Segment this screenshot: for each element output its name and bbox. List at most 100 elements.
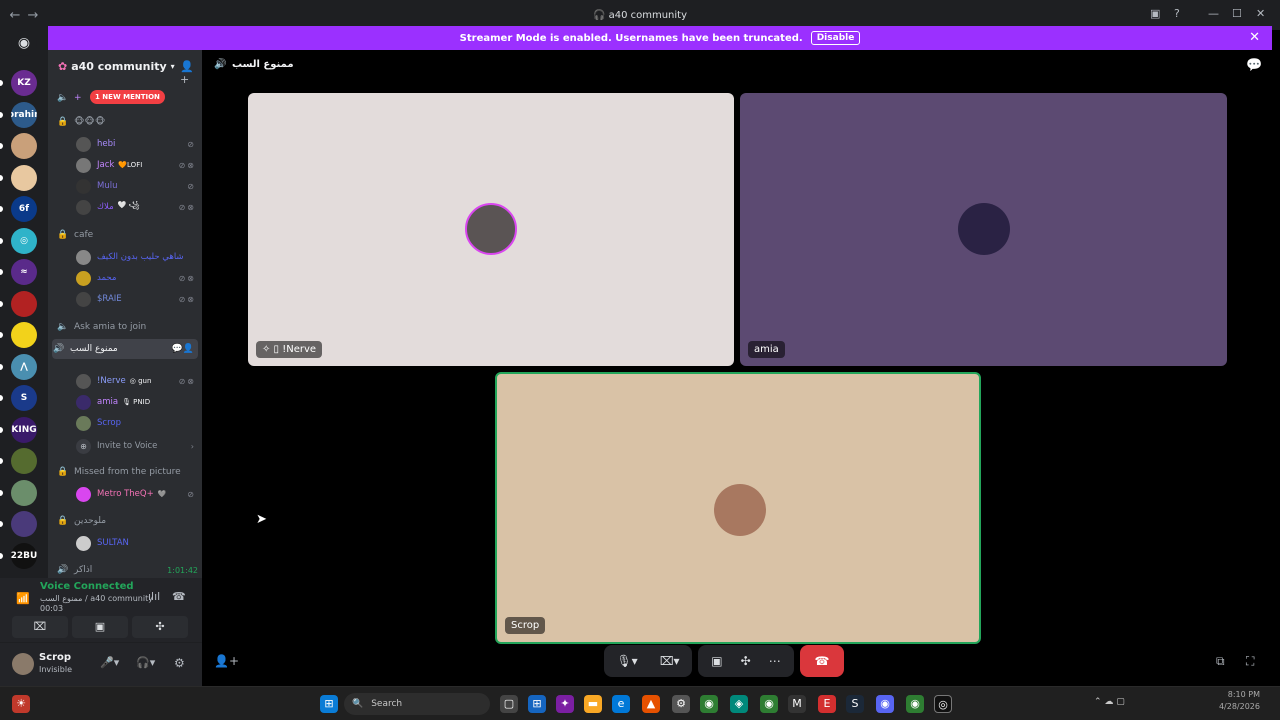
server-icon[interactable]: ≈: [11, 259, 37, 285]
vlc-icon[interactable]: ▲: [642, 695, 660, 713]
voice-status[interactable]: Voice Connected: [40, 581, 134, 592]
voice-user[interactable]: !Nerve ◎ gun ⊘⊗: [76, 371, 196, 391]
server-icon[interactable]: [11, 479, 37, 506]
clock-date: 4/28/2026: [1218, 702, 1260, 711]
disconnect-button[interactable]: ☎: [800, 645, 844, 677]
server-icon[interactable]: ⋀: [11, 353, 37, 380]
user-name: hebi: [97, 139, 116, 149]
voice-user[interactable]: محمد ⊘⊗: [76, 268, 196, 288]
server-icon[interactable]: ◎: [11, 227, 37, 254]
speaker-icon: 🔊: [214, 59, 227, 70]
close-button[interactable]: ✕: [1256, 7, 1265, 20]
copilot-icon[interactable]: ✦: [556, 695, 574, 713]
voice-user[interactable]: SULTAN: [76, 533, 196, 553]
folder-icon[interactable]: ▬: [584, 695, 602, 713]
user-tag: 🧡LOFI: [118, 161, 143, 169]
server-icon[interactable]: [11, 322, 37, 348]
hangup-icon: ☎: [814, 654, 830, 668]
channel-emoji[interactable]: 🔒 🐵🐵🐵: [56, 112, 198, 132]
headphones-icon[interactable]: 🎧▾: [136, 656, 155, 669]
voice-user[interactable]: Metro TheQ+ 🩶 ⊘: [76, 484, 196, 504]
help-icon[interactable]: ?: [1174, 7, 1180, 20]
server-icon[interactable]: 22BU: [11, 542, 37, 569]
voice-user[interactable]: $RAIE ⊘⊗: [76, 289, 196, 309]
noise-suppression-icon[interactable]: ılıl: [148, 590, 160, 603]
server-header[interactable]: ✿ a40 community ▾: [58, 60, 175, 73]
avatar[interactable]: [12, 653, 34, 675]
task-view-icon[interactable]: ▢: [500, 695, 518, 713]
search-input[interactable]: 🔍 Search: [344, 693, 490, 715]
avatar: [76, 270, 91, 286]
chrome-icon[interactable]: ◉: [700, 695, 718, 713]
inbox-icon[interactable]: ▣: [1150, 7, 1160, 20]
channel-missed[interactable]: 🔒 Missed from the picture: [56, 462, 198, 482]
obs-icon[interactable]: ◎: [934, 695, 952, 713]
server-icon[interactable]: [11, 511, 37, 537]
mic-toggle[interactable]: 🎙▾ ⌧▾: [604, 645, 692, 677]
disconnect-icon[interactable]: ☎: [172, 590, 186, 603]
weather-icon[interactable]: ☀: [12, 695, 30, 713]
server-icon[interactable]: [11, 448, 37, 474]
voice-user[interactable]: Scrop: [76, 413, 196, 433]
share-controls[interactable]: ▣ ✣ ⋯: [698, 645, 794, 677]
server-icon[interactable]: 6f: [11, 196, 37, 222]
minimize-button[interactable]: —: [1208, 7, 1219, 20]
channel-ask[interactable]: 🔈 Ask amia to join: [56, 317, 198, 337]
chrome-icon[interactable]: ◉: [906, 695, 924, 713]
server-icon[interactable]: KING: [11, 416, 37, 443]
epic-icon[interactable]: E: [818, 695, 836, 713]
tray-icons[interactable]: ⌃ ☁ ▢: [1094, 697, 1125, 707]
unread-pip: [0, 458, 3, 464]
start-icon[interactable]: ⊞: [320, 695, 338, 713]
camera-off-icon[interactable]: ⌧: [12, 616, 68, 638]
disable-button[interactable]: Disable: [810, 31, 861, 45]
invite-to-voice[interactable]: ⊕ Invite to Voice ›: [76, 436, 196, 456]
voice-location[interactable]: ممنوع السب / a40 community: [40, 594, 153, 603]
maximize-button[interactable]: ☐: [1232, 7, 1242, 20]
discord-home-icon[interactable]: ◉: [11, 30, 37, 56]
gear-icon[interactable]: ⚙: [174, 656, 185, 670]
chat-icon[interactable]: 💬👤: [172, 344, 194, 354]
server-icon[interactable]: [11, 290, 37, 317]
channel-active[interactable]: 🔊 ممنوع السب 💬👤: [52, 339, 198, 359]
channel-cafe[interactable]: 🔒 cafe: [56, 225, 198, 245]
voice-user[interactable]: Jack 🧡LOFI ⊘⊗: [76, 155, 196, 175]
store-icon[interactable]: ⊞: [528, 695, 546, 713]
settings-icon[interactable]: ⚙: [672, 695, 690, 713]
video-tile-amia[interactable]: amia: [740, 93, 1227, 366]
server-icon[interactable]: S: [11, 385, 37, 411]
user-name: Scrop: [97, 418, 121, 428]
channel-lonely[interactable]: 🔒 ملوحدين: [56, 511, 198, 531]
activities-icon[interactable]: ✣: [132, 616, 188, 638]
video-tile-nerve[interactable]: ✧ ▯ !Nerve: [248, 93, 734, 366]
new-mention-badge[interactable]: 1 NEW MENTION: [90, 90, 165, 104]
app-icon[interactable]: ◈: [730, 695, 748, 713]
screen-share-icon[interactable]: ▣: [72, 616, 128, 638]
fullscreen-icon[interactable]: ⛶: [1246, 654, 1254, 669]
server-icon[interactable]: [11, 164, 37, 191]
chrome-icon[interactable]: ◉: [760, 695, 778, 713]
voice-user[interactable]: Mulu ⊘: [76, 176, 196, 196]
channel-last[interactable]: 🔊 اذاكر 1:01:42: [56, 560, 198, 578]
voice-user[interactable]: شاهي حليب بدون الكيف: [76, 247, 196, 267]
popout-icon[interactable]: ⧉: [1216, 654, 1225, 669]
banner-close-icon[interactable]: ✕: [1249, 30, 1260, 45]
lock-icon: 🔒: [57, 117, 69, 127]
discord-icon[interactable]: ◉: [876, 695, 894, 713]
steam-icon[interactable]: S: [846, 695, 864, 713]
app-icon[interactable]: M: [788, 695, 806, 713]
server-icon[interactable]: KZ: [11, 70, 37, 96]
video-tile-scrop[interactable]: Scrop: [495, 372, 981, 644]
invite-people-icon[interactable]: 👤+: [180, 60, 202, 86]
edge-icon[interactable]: e: [612, 695, 630, 713]
chat-icon[interactable]: 💬: [1246, 58, 1262, 73]
voice-user[interactable]: ملاك 🤍 ꧁ ⊘⊗: [76, 197, 196, 217]
clock-time[interactable]: 8:10 PM: [1212, 690, 1260, 699]
voice-user[interactable]: hebi ⊘: [76, 134, 196, 154]
voice-user[interactable]: amia 🎙 PNID: [76, 392, 196, 412]
server-icon[interactable]: ibrahim: [11, 101, 37, 128]
invite-people-icon[interactable]: 👤+: [214, 654, 239, 668]
server-icon[interactable]: [11, 133, 37, 159]
mic-icon[interactable]: 🎤▾: [100, 656, 119, 669]
user-name[interactable]: Scrop: [39, 652, 71, 663]
